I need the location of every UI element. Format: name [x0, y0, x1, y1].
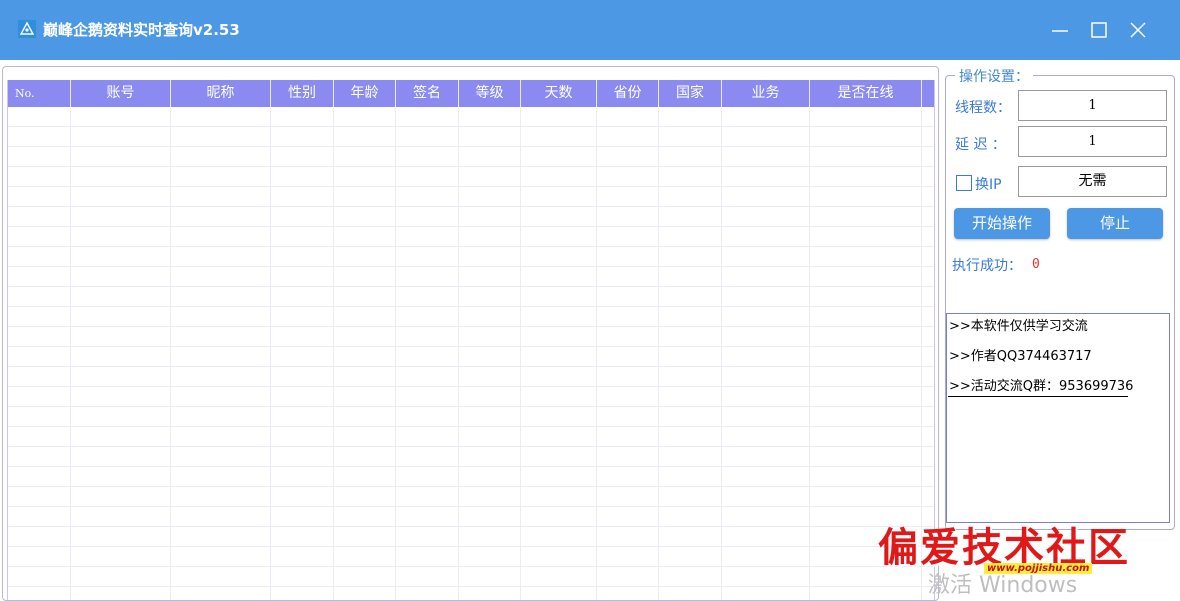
column-level: 等级 — [459, 80, 521, 600]
maximize-button[interactable] — [1085, 16, 1113, 44]
threads-label: 线程数： — [955, 100, 1011, 116]
log-line: >>本软件仅供学习交流 — [949, 319, 1088, 334]
column-province: 省份 — [597, 80, 659, 600]
column-header-level[interactable]: 等级 — [459, 80, 520, 107]
log-line: >>活动交流Q群：953699736 — [949, 379, 1134, 394]
app-icon — [18, 20, 36, 38]
success-label: 执行成功： — [952, 258, 1022, 274]
threads-input[interactable]: 1 — [1018, 90, 1167, 121]
settings-legend: 操作设置： — [955, 66, 1033, 86]
column-country: 国家 — [659, 80, 722, 600]
delay-input[interactable]: 1 — [1018, 126, 1167, 157]
column-signature: 签名 — [396, 80, 459, 600]
column-days: 天数 — [521, 80, 597, 600]
log-line: >>作者QQ374463717 — [949, 349, 1092, 364]
results-table[interactable]: No. 账号 昵称 性别 年龄 签名 等级 天数 省份 国家 业务 是否在线 — [7, 80, 935, 600]
activate-windows-text: 激活 Windows — [928, 573, 1078, 598]
log-panel[interactable]: >>本软件仅供学习交流 >>作者QQ374463717 >>活动交流Q群：953… — [946, 313, 1170, 523]
column-account: 账号 — [71, 80, 171, 600]
column-no: No. — [8, 80, 71, 600]
column-header-province[interactable]: 省份 — [597, 80, 658, 107]
column-age: 年龄 — [334, 80, 396, 600]
log-underline — [948, 396, 1128, 397]
column-nickname: 昵称 — [171, 80, 271, 600]
change-ip-label[interactable]: 换IP — [975, 174, 1002, 194]
change-ip-checkbox[interactable] — [956, 175, 972, 191]
column-business: 业务 — [722, 80, 810, 600]
column-header-signature[interactable]: 签名 — [396, 80, 458, 107]
column-header-nickname[interactable]: 昵称 — [171, 80, 270, 107]
delay-label: 延 迟 ： — [955, 137, 1006, 153]
minimize-button[interactable] — [1046, 16, 1074, 44]
stop-button[interactable]: 停止 — [1067, 208, 1163, 239]
success-count: 0 — [1032, 257, 1040, 272]
ip-input[interactable]: 无需 — [1018, 166, 1167, 197]
column-header-days[interactable]: 天数 — [521, 80, 596, 107]
column-header-online[interactable]: 是否在线 — [810, 80, 921, 107]
column-header-country[interactable]: 国家 — [659, 80, 721, 107]
column-gender: 性别 — [271, 80, 334, 600]
column-header-age[interactable]: 年龄 — [334, 80, 395, 107]
window-title: 巅峰企鹅资料实时查询v2.53 — [43, 21, 240, 39]
column-header-no[interactable]: No. — [8, 80, 70, 107]
start-button[interactable]: 开始操作 — [954, 208, 1050, 239]
title-bar: 巅峰企鹅资料实时查询v2.53 — [0, 0, 1180, 60]
column-header-business[interactable]: 业务 — [722, 80, 809, 107]
close-button[interactable] — [1124, 16, 1152, 44]
column-header-account[interactable]: 账号 — [71, 80, 170, 107]
column-header-gender[interactable]: 性别 — [271, 80, 333, 107]
